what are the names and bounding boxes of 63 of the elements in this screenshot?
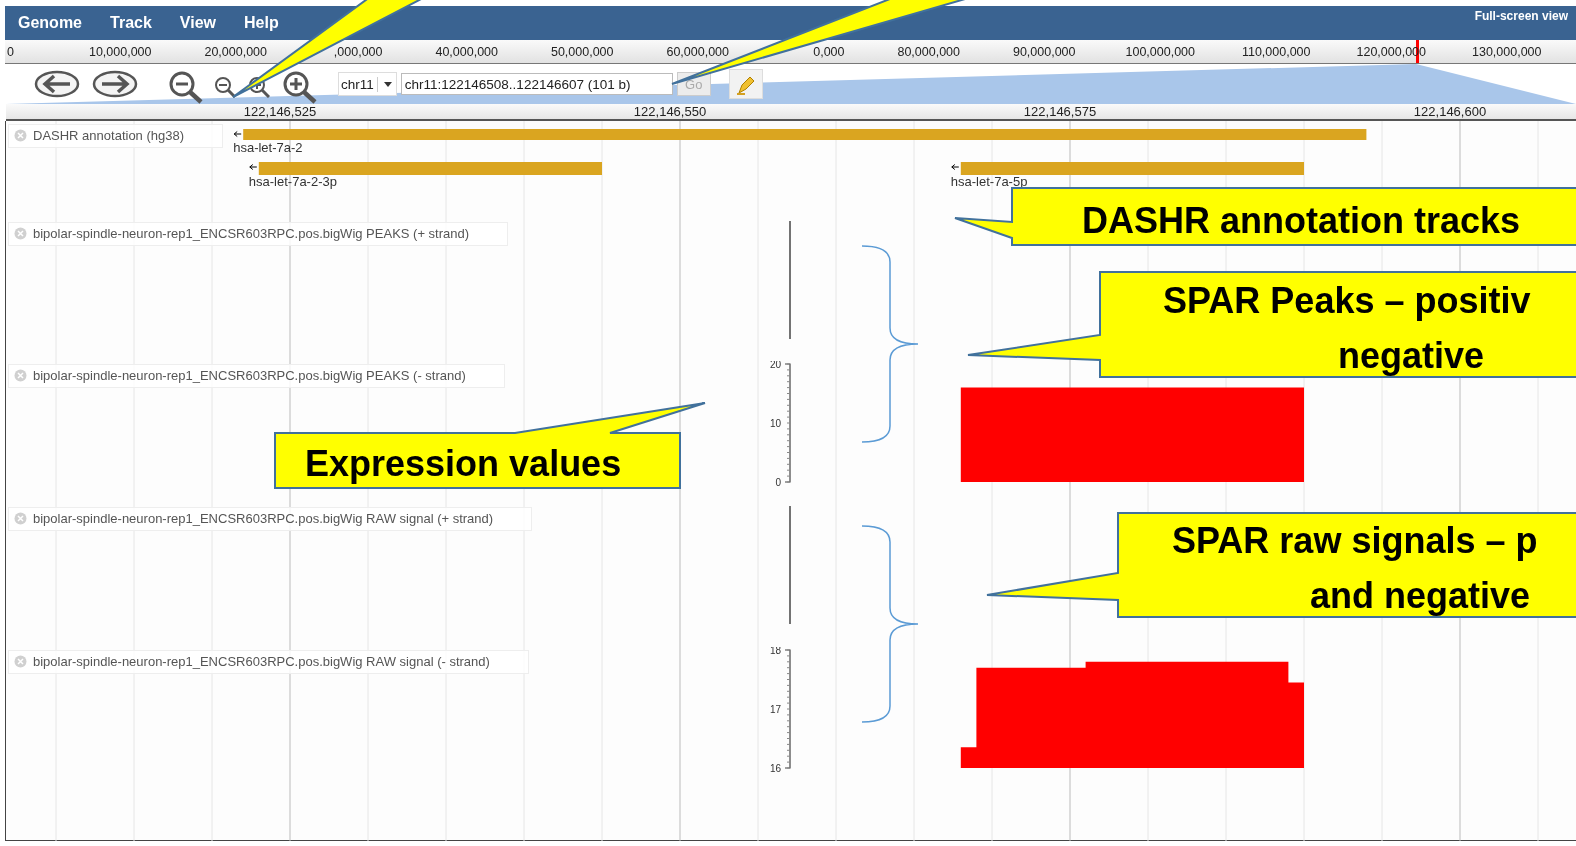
axis-label: 0: [775, 476, 781, 488]
callout-text: Expression values: [305, 443, 622, 484]
axis-label: 17: [769, 703, 781, 715]
scale-label: 100,000,000: [1125, 45, 1195, 59]
fullscreen-link[interactable]: Full-screen view: [1474, 9, 1568, 23]
track-label[interactable]: bipolar-spindle-neuron-rep1_ENCSR603RPC.pos.bigWig PEAKS (- strand): [8, 364, 505, 388]
close-icon[interactable]: [14, 655, 27, 668]
track-title: DASHR annotation (hg38): [33, 128, 185, 143]
callout-text: DASHR annotation tracks: [1082, 200, 1521, 241]
track-label[interactable]: bipolar-spindle-neuron-rep1_ENCSR603RPC.pos.bigWig PEAKS (+ strand): [8, 222, 509, 246]
scale-label: ,000,000: [333, 45, 383, 59]
scale-label: 20,000,000: [204, 45, 267, 59]
close-icon[interactable]: [14, 512, 27, 525]
feature-label: hsa-let-7a-2-3p: [248, 174, 337, 189]
back-button[interactable]: [34, 69, 80, 99]
callout-text: SPAR raw signals – p: [1172, 520, 1538, 561]
scale-label: 10,000,000: [88, 45, 152, 59]
scale-label: 40,000,000: [435, 45, 498, 59]
scale-label: 0: [7, 45, 14, 59]
zoom-out-icon[interactable]: [214, 76, 236, 98]
track-title: bipolar-spindle-neuron-rep1_ENCSR603RPC.pos.bigWig RAW signal (+ strand): [33, 511, 494, 526]
close-icon[interactable]: [14, 227, 27, 240]
callout-text: SPAR Peaks – positiv: [1163, 280, 1531, 321]
track-label[interactable]: DASHR annotation (hg38): [8, 124, 224, 148]
track-label[interactable]: bipolar-spindle-neuron-rep1_ENCSR603RPC.pos.bigWig RAW signal (- strand): [8, 650, 529, 674]
axis-label: 10: [769, 417, 781, 429]
menu-item[interactable]: Track: [110, 14, 152, 32]
track-label[interactable]: bipolar-spindle-neuron-rep1_ENCSR603RPC.pos.bigWig RAW signal (+ strand): [8, 507, 533, 531]
axis-label: 18: [769, 647, 781, 656]
scale-label: 130,000,000: [1472, 45, 1542, 59]
feature-bar[interactable]: [258, 162, 602, 175]
feature-label: hsa-let-7a-2: [233, 140, 303, 155]
menu-item[interactable]: View: [179, 14, 216, 32]
close-icon[interactable]: [14, 369, 27, 382]
scale-label: 90,000,000: [1012, 45, 1076, 59]
track-title: bipolar-spindle-neuron-rep1_ENCSR603RPC.pos.bigWig PEAKS (- strand): [33, 368, 466, 383]
scale-label: 122,146,575: [1023, 104, 1097, 119]
close-icon[interactable]: [14, 129, 27, 142]
zoom-out-icon[interactable]: [168, 70, 204, 104]
axis-label: 16: [769, 762, 781, 774]
highlight-button[interactable]: [728, 69, 763, 99]
callout-text: and negative: [1310, 575, 1531, 616]
callout-text: negative: [1338, 335, 1485, 376]
scale-label: 60,000,000: [666, 45, 729, 59]
scale-label: 122,146,525: [243, 104, 317, 119]
feature-bar[interactable]: [960, 162, 1304, 175]
scale-label: 50,000,000: [550, 45, 614, 59]
scale-label: 0,000: [813, 45, 845, 59]
scale-label: 80,000,000: [897, 45, 960, 59]
track-title: bipolar-spindle-neuron-rep1_ENCSR603RPC.pos.bigWig RAW signal (- strand): [33, 654, 490, 669]
scale-label: 122,146,600: [1413, 104, 1487, 119]
axis-label: 20: [769, 361, 781, 370]
track-title: bipolar-spindle-neuron-rep1_ENCSR603RPC.pos.bigWig PEAKS (+ strand): [33, 226, 470, 241]
chromosome-select[interactable]: chr11: [338, 72, 397, 96]
menu-item[interactable]: Help: [244, 14, 279, 32]
scale-label: 122,146,550: [633, 104, 707, 119]
feature-bar[interactable]: [243, 129, 1367, 140]
location-field[interactable]: chr11:122146508..122146607 (101 b): [400, 73, 673, 95]
menu-item[interactable]: Genome: [18, 14, 82, 32]
forward-button[interactable]: [92, 69, 138, 99]
scale-label: 110,000,000: [1241, 45, 1311, 59]
feature-label: hsa-let-7a-5p: [950, 174, 1028, 189]
caret-icon: [383, 81, 392, 87]
